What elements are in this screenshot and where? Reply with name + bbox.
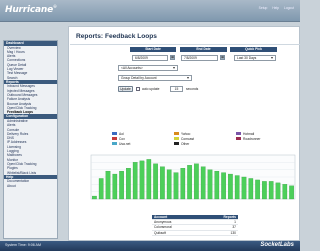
sidebar-item[interactable]: About [4, 184, 57, 188]
chart-bar [132, 162, 138, 200]
top-links: Setup Help Logout [255, 6, 294, 10]
legend-swatch [236, 137, 241, 141]
table-row: Quiksoft 130 [152, 231, 238, 236]
end-date-input[interactable]: 7/8/2009 [181, 55, 218, 61]
chart-bar [275, 182, 281, 200]
end-calendar-icon[interactable]: ▦ [220, 55, 225, 60]
legend-swatch [112, 132, 117, 136]
chart-bar [173, 172, 179, 200]
chart-bar [166, 169, 172, 200]
top-link-logout[interactable]: Logout [284, 6, 294, 10]
legend-item: Other [174, 142, 189, 146]
seconds-label: seconds [186, 87, 199, 91]
interval-input[interactable]: 15 [170, 86, 183, 92]
legend-swatch [174, 137, 179, 141]
sidebar: Dashboard Overview Msg / Hours Alerts Connec… [3, 40, 58, 239]
logo: Hurricane® [5, 4, 57, 15]
chart-bar [153, 163, 158, 200]
end-date-header: End Date [180, 47, 227, 52]
feedback-chart [90, 154, 296, 200]
account-cell: Colorsmoral [154, 225, 172, 230]
brand-logo: SocketLabs [260, 242, 294, 248]
legend-item: Comcast [174, 137, 194, 141]
chart-bar [207, 169, 213, 200]
legend-label: Usa.net [119, 142, 131, 146]
quick-pick-select[interactable]: Last 30 Days [234, 55, 276, 61]
reports-column-header: Reports [223, 215, 236, 219]
legend-swatch [112, 142, 117, 146]
chart-bar [194, 163, 199, 200]
chart-bar [112, 173, 118, 200]
legend-item: Yahoo [174, 132, 190, 136]
page-title: Reports: Feedback Loops [76, 33, 157, 40]
quick-pick-header: Quick Pick [230, 47, 277, 52]
chart-bar [248, 178, 254, 200]
chart-legend: Aol Yahoo Hotmail Cox Comcast Roadrunner Usa.n… [112, 132, 292, 150]
legend-label: Roadrunner [243, 137, 261, 141]
reports-cell: 130 [230, 230, 236, 235]
accounts-table: Account Reports Anonymous 1 Colorsmoral … [152, 215, 238, 236]
chart-bar [126, 168, 131, 200]
chart-bar [262, 181, 267, 200]
start-date-header: Start Date [130, 47, 176, 52]
system-time: System Time: 9:06 AM [5, 243, 41, 247]
account-cell: Quiksoft [154, 230, 167, 235]
start-date-input[interactable]: 6/8/2009 [132, 55, 168, 61]
chart-bar [92, 195, 97, 200]
legend-item: Roadrunner [236, 137, 260, 141]
chart-bar [234, 175, 240, 200]
chart-bar [214, 170, 220, 200]
chart-bar [228, 173, 233, 200]
legend-label: Other [181, 142, 190, 146]
grouping-select[interactable]: Group Detail by Account [118, 75, 192, 81]
legend-label: Comcast [181, 137, 195, 141]
status-bar: System Time: 9:06 AM SocketLabs [0, 241, 300, 251]
auto-update-label: auto update [142, 87, 160, 91]
account-column-header: Account [154, 215, 168, 219]
reports-cell: 1 [234, 220, 236, 225]
legend-label: Aol [119, 132, 124, 136]
chart-bar [146, 159, 152, 200]
account-cell: Anonymous [154, 220, 172, 225]
chart-bar [180, 168, 186, 200]
reports-cell: 37 [232, 225, 236, 230]
update-button[interactable]: Update [118, 86, 133, 92]
auto-update-checkbox[interactable] [136, 87, 140, 91]
chart-bar [282, 184, 288, 200]
legend-swatch [174, 132, 179, 136]
legend-label: Yahoo [181, 132, 191, 136]
chart-bar [241, 176, 247, 200]
top-bar: Hurricane® Setup Help Logout [0, 0, 300, 22]
legend-swatch [112, 137, 117, 141]
accounts-select[interactable]: <All Accounts> [118, 65, 178, 71]
title-divider [70, 44, 300, 45]
legend-item: Aol [112, 132, 124, 136]
chart-bar [268, 181, 274, 200]
legend-item: Hotmail [236, 132, 254, 136]
chart-bar [98, 178, 104, 200]
chart-bar [187, 165, 192, 200]
legend-swatch [236, 132, 241, 136]
legend-label: Cox [119, 137, 125, 141]
chart-bar [139, 160, 145, 200]
legend-label: Hotmail [243, 132, 255, 136]
legend-item: Usa.net [112, 142, 130, 146]
chart-bar [255, 179, 260, 200]
top-link-setup[interactable]: Setup [259, 6, 268, 10]
chart-bar [221, 172, 226, 200]
chart-bar [105, 170, 111, 200]
chart-bar [289, 185, 294, 200]
chart-bar [200, 166, 206, 200]
chart-bar [160, 166, 165, 200]
app: Hurricane® Setup Help Logout Dashboard Ov… [0, 0, 300, 251]
main-content: Reports: Feedback Loops Start Date End D… [68, 26, 300, 241]
start-calendar-icon[interactable]: ▦ [170, 55, 175, 60]
top-link-help[interactable]: Help [272, 6, 279, 10]
legend-swatch [174, 142, 179, 146]
chart-bar [119, 170, 124, 200]
legend-item: Cox [112, 137, 125, 141]
